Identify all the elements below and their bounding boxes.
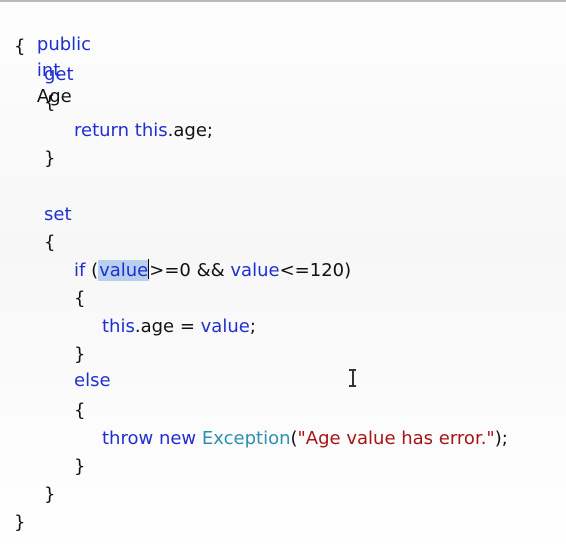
statement-end: ); <box>494 428 508 449</box>
keyword-new: new <box>158 428 197 449</box>
keyword-if: if <box>74 260 86 281</box>
code-line-else-open-brace[interactable]: { <box>74 398 85 424</box>
condition-mid: >=0 && <box>149 260 231 281</box>
code-line-open-brace[interactable]: { <box>14 34 25 60</box>
semicolon: ; <box>249 316 256 337</box>
code-line-close-brace[interactable]: } <box>14 510 25 536</box>
keyword-throw: throw <box>102 428 154 449</box>
keyword-value: value <box>200 316 250 337</box>
code-line-return[interactable]: return this.age; <box>74 118 213 144</box>
keyword-public: public <box>36 34 92 55</box>
code-line-set[interactable]: set <box>44 202 72 228</box>
code-line-assignment[interactable]: this.age = value; <box>102 314 256 340</box>
type-exception: Exception <box>201 428 291 449</box>
assignment-mid: .age = <box>134 316 201 337</box>
code-line-else[interactable]: else <box>74 368 111 394</box>
open-paren: ( <box>290 428 298 449</box>
keyword-this: this <box>102 316 135 337</box>
code-line-set-close-brace[interactable]: } <box>44 482 55 508</box>
code-line-property-declaration[interactable]: public int Age <box>14 6 91 107</box>
condition-end: <=120) <box>279 260 352 281</box>
code-line-throw[interactable]: throw new Exception("Age value has error… <box>102 426 508 452</box>
code-line-if-open-brace[interactable]: { <box>74 286 85 312</box>
keyword-return: return <box>74 120 130 141</box>
code-line-else-close-brace[interactable]: } <box>74 454 85 480</box>
code-line-if-close-brace[interactable]: } <box>74 342 85 368</box>
text-ibeam-cursor-icon <box>348 368 358 388</box>
keyword-value: value <box>230 260 280 281</box>
member-access: .age; <box>167 120 213 141</box>
code-line-get-close-brace[interactable]: } <box>44 146 55 172</box>
code-line-if-condition[interactable]: if (value>=0 && value<=120) <box>74 258 351 284</box>
code-line-get-open-brace[interactable]: { <box>44 90 55 116</box>
code-line-get[interactable]: get <box>44 62 74 88</box>
keyword-this: this <box>134 120 168 141</box>
code-line-set-open-brace[interactable]: { <box>44 230 55 256</box>
open-paren: ( <box>85 260 99 281</box>
selected-text-value[interactable]: value <box>98 260 150 281</box>
code-editor[interactable]: public int Age { get { return this.age; … <box>0 0 566 552</box>
string-literal: "Age value has error." <box>297 428 495 449</box>
